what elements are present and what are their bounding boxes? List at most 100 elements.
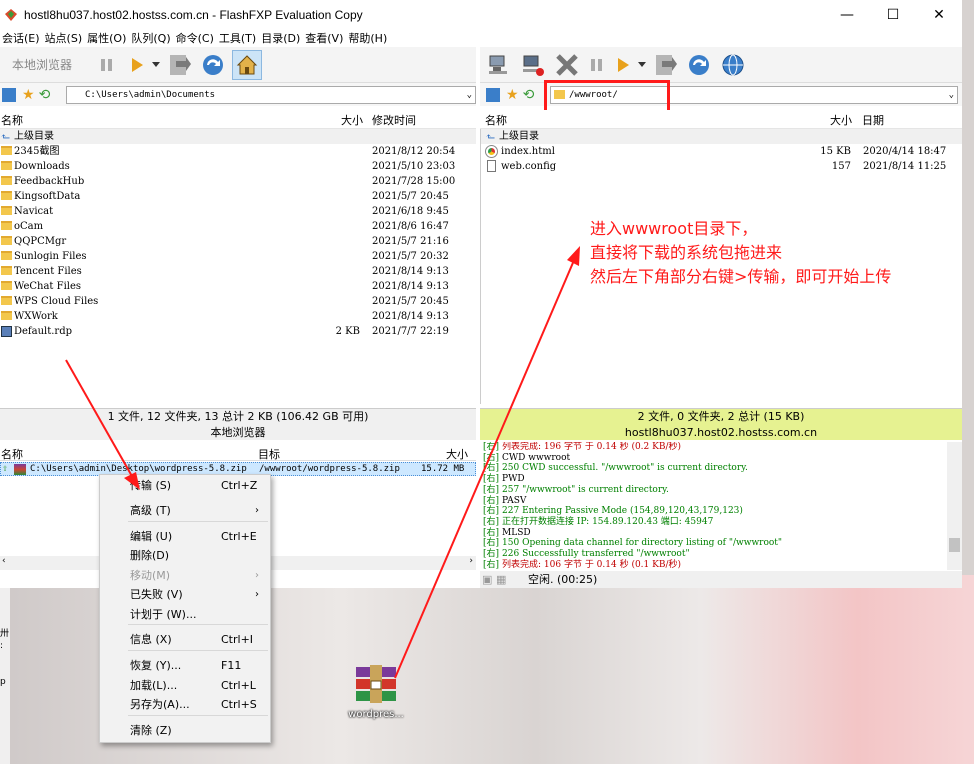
local-column-header: 名称 大小 修改时间 [0, 110, 476, 129]
list-item[interactable]: Navicat 2021/6/18 9:45 [0, 204, 476, 219]
pause-icon[interactable] [586, 50, 608, 80]
log-tag: [右] [483, 484, 500, 495]
scroll-right-icon[interactable]: › [469, 556, 473, 566]
list-item[interactable]: web.config 157 2021/8/14 11:25 [481, 159, 962, 174]
folder-icon [1, 161, 12, 170]
context-menu-item[interactable]: 传输 (S) Ctrl+Z [100, 476, 270, 496]
pause-icon[interactable] [92, 50, 122, 80]
close-button[interactable]: ✕ [916, 0, 962, 30]
list-item[interactable]: Tencent Files 2021/8/14 9:13 [0, 264, 476, 279]
col-name[interactable]: 名称 [1, 112, 23, 128]
local-browser-label[interactable]: 本地浏览器 [12, 56, 72, 73]
log-vertical-scrollbar[interactable] [947, 442, 962, 570]
context-menu-item[interactable]: 计划于 (W)... [100, 605, 270, 625]
chevron-down-icon[interactable]: ⌄ [949, 87, 954, 103]
list-item-up[interactable]: ⬑ 上级目录 [0, 129, 476, 144]
menu-commands[interactable]: 命令(C) [174, 30, 217, 47]
refresh-icon[interactable] [684, 50, 714, 80]
abort-icon[interactable] [552, 50, 582, 80]
menu-view[interactable]: 查看(V) [303, 30, 346, 47]
col-modified[interactable]: 修改时间 [372, 112, 416, 128]
tree-icon[interactable] [486, 87, 500, 102]
context-menu-item[interactable]: 加载(L)... Ctrl+L [100, 676, 270, 696]
menu-item-shortcut: Ctrl+S [221, 698, 257, 711]
window-title: hostl8hu037.host02.hostss.com.cn - Flash… [24, 8, 363, 22]
maximize-button[interactable]: ☐ [870, 0, 916, 30]
globe-icon[interactable] [718, 50, 748, 80]
context-menu-item[interactable]: 信息 (X) Ctrl+I [100, 630, 270, 650]
menu-options[interactable]: 属性(O) [85, 30, 129, 47]
session-log: [右] 列表完成: 196 字节 于 0.14 秒 (0.2 KB/秒) [右] CW… [481, 442, 947, 570]
refresh-icon[interactable] [198, 50, 228, 80]
list-item[interactable]: KingsoftData 2021/5/7 20:45 [0, 189, 476, 204]
list-item[interactable]: WeChat Files 2021/8/14 9:13 [0, 279, 476, 294]
context-menu-item[interactable]: 恢复 (Y)... F11 [100, 656, 270, 676]
list-item-up[interactable]: ⬑ 上级目录 [481, 129, 962, 144]
list-item[interactable]: QQPCMgr 2021/5/7 21:16 [0, 234, 476, 249]
context-menu-item[interactable]: 已失败 (V) › [100, 585, 270, 605]
item-date: 2021/5/7 20:45 [372, 191, 449, 202]
list-item[interactable]: index.html 15 KB 2020/4/14 18:47 [481, 144, 962, 159]
log-status-bar: ▣ ▦ 空闲. (00:25) [480, 571, 962, 588]
play-icon[interactable] [612, 50, 634, 80]
context-menu-item[interactable]: 移动(M) › [100, 566, 270, 586]
col-name[interactable]: 名称 [485, 112, 507, 128]
log-line: [右] 150 Opening data channel for director… [483, 538, 947, 549]
up-dir-icon[interactable]: ⟲ [523, 87, 535, 103]
list-item[interactable]: WPS Cloud Files 2021/5/7 20:45 [0, 294, 476, 309]
disconnect-icon[interactable] [518, 50, 548, 80]
list-item[interactable]: oCam 2021/8/6 16:47 [0, 219, 476, 234]
menu-queue[interactable]: 队列(Q) [129, 30, 173, 47]
menu-session[interactable]: 会话(E) [0, 30, 43, 47]
menu-directory[interactable]: 目录(D) [259, 30, 303, 47]
log-line: [右] 列表完成: 106 字节 于 0.14 秒 (0.1 KB/秒) [483, 560, 947, 570]
menu-tools[interactable]: 工具(T) [217, 30, 259, 47]
home-icon[interactable] [232, 49, 263, 80]
menu-item-shortcut: Ctrl+L [221, 679, 256, 692]
item-date: 2021/8/14 9:13 [372, 281, 449, 292]
list-item[interactable]: Sunlogin Files 2021/5/7 20:32 [0, 249, 476, 264]
log-tag: [右] [483, 442, 500, 452]
local-path-input[interactable]: C:\Users\admin\Documents ⌄ [66, 86, 476, 104]
col-target[interactable]: 目标 [258, 446, 280, 462]
col-date[interactable]: 日期 [862, 112, 884, 128]
minimize-button[interactable]: — [824, 0, 870, 30]
transfer-icon[interactable] [650, 50, 680, 80]
menu-item-label: 恢复 (Y)... [130, 659, 182, 672]
context-menu-item[interactable]: 高级 (T) › [100, 501, 270, 521]
context-menu-item[interactable]: 编辑 (U) Ctrl+E [100, 527, 270, 547]
list-item[interactable]: Downloads 2021/5/10 23:03 [0, 159, 476, 174]
list-item[interactable]: FeedbackHub 2021/7/28 15:00 [0, 174, 476, 189]
context-menu-item[interactable]: 清除 (Z) [100, 721, 270, 741]
menu-item-label: 加载(L)... [130, 679, 178, 692]
menu-help[interactable]: 帮助(H) [346, 30, 390, 47]
col-size[interactable]: 大小 [446, 446, 468, 462]
col-name[interactable]: 名称 [1, 446, 23, 462]
log-text: 列表完成: 106 字节 于 0.14 秒 (0.1 KB/秒) [502, 559, 682, 570]
connect-icon[interactable] [484, 50, 514, 80]
list-item[interactable]: WXWork 2021/8/14 9:13 [0, 309, 476, 324]
desktop-icon-wordpress-zip[interactable]: wordpres... [340, 663, 412, 727]
menu-item-label: 移动(M) [130, 569, 171, 582]
list-item[interactable]: Default.rdp 2 KB 2021/7/7 22:19 [0, 324, 476, 339]
favorites-star-icon[interactable]: ★ [506, 87, 519, 103]
dropdown-arrow-icon[interactable] [638, 50, 646, 80]
context-menu-item[interactable]: 另存为(A)... Ctrl+S [100, 695, 270, 715]
item-date: 2021/8/6 16:47 [372, 221, 449, 232]
chevron-down-icon[interactable]: ⌄ [467, 87, 472, 103]
col-size[interactable]: 大小 [341, 112, 363, 128]
scroll-left-icon[interactable]: ‹ [2, 556, 6, 566]
tree-icon[interactable] [2, 87, 16, 102]
scrollbar-thumb[interactable] [949, 538, 960, 552]
favorites-star-icon[interactable]: ★ [22, 87, 35, 103]
transfer-icon[interactable] [164, 50, 194, 80]
item-size: 157 [831, 161, 851, 172]
list-item[interactable]: 2345截图 2021/8/12 20:54 [0, 144, 476, 159]
context-menu-item[interactable]: 删除(D) [100, 546, 270, 566]
col-size[interactable]: 大小 [830, 112, 852, 128]
log-line: [右] CWD wwwroot [483, 453, 947, 464]
menu-sites[interactable]: 站点(S) [43, 30, 86, 47]
up-dir-icon[interactable]: ⟲ [39, 87, 51, 103]
play-icon[interactable] [126, 50, 148, 80]
dropdown-arrow-icon[interactable] [152, 50, 161, 80]
